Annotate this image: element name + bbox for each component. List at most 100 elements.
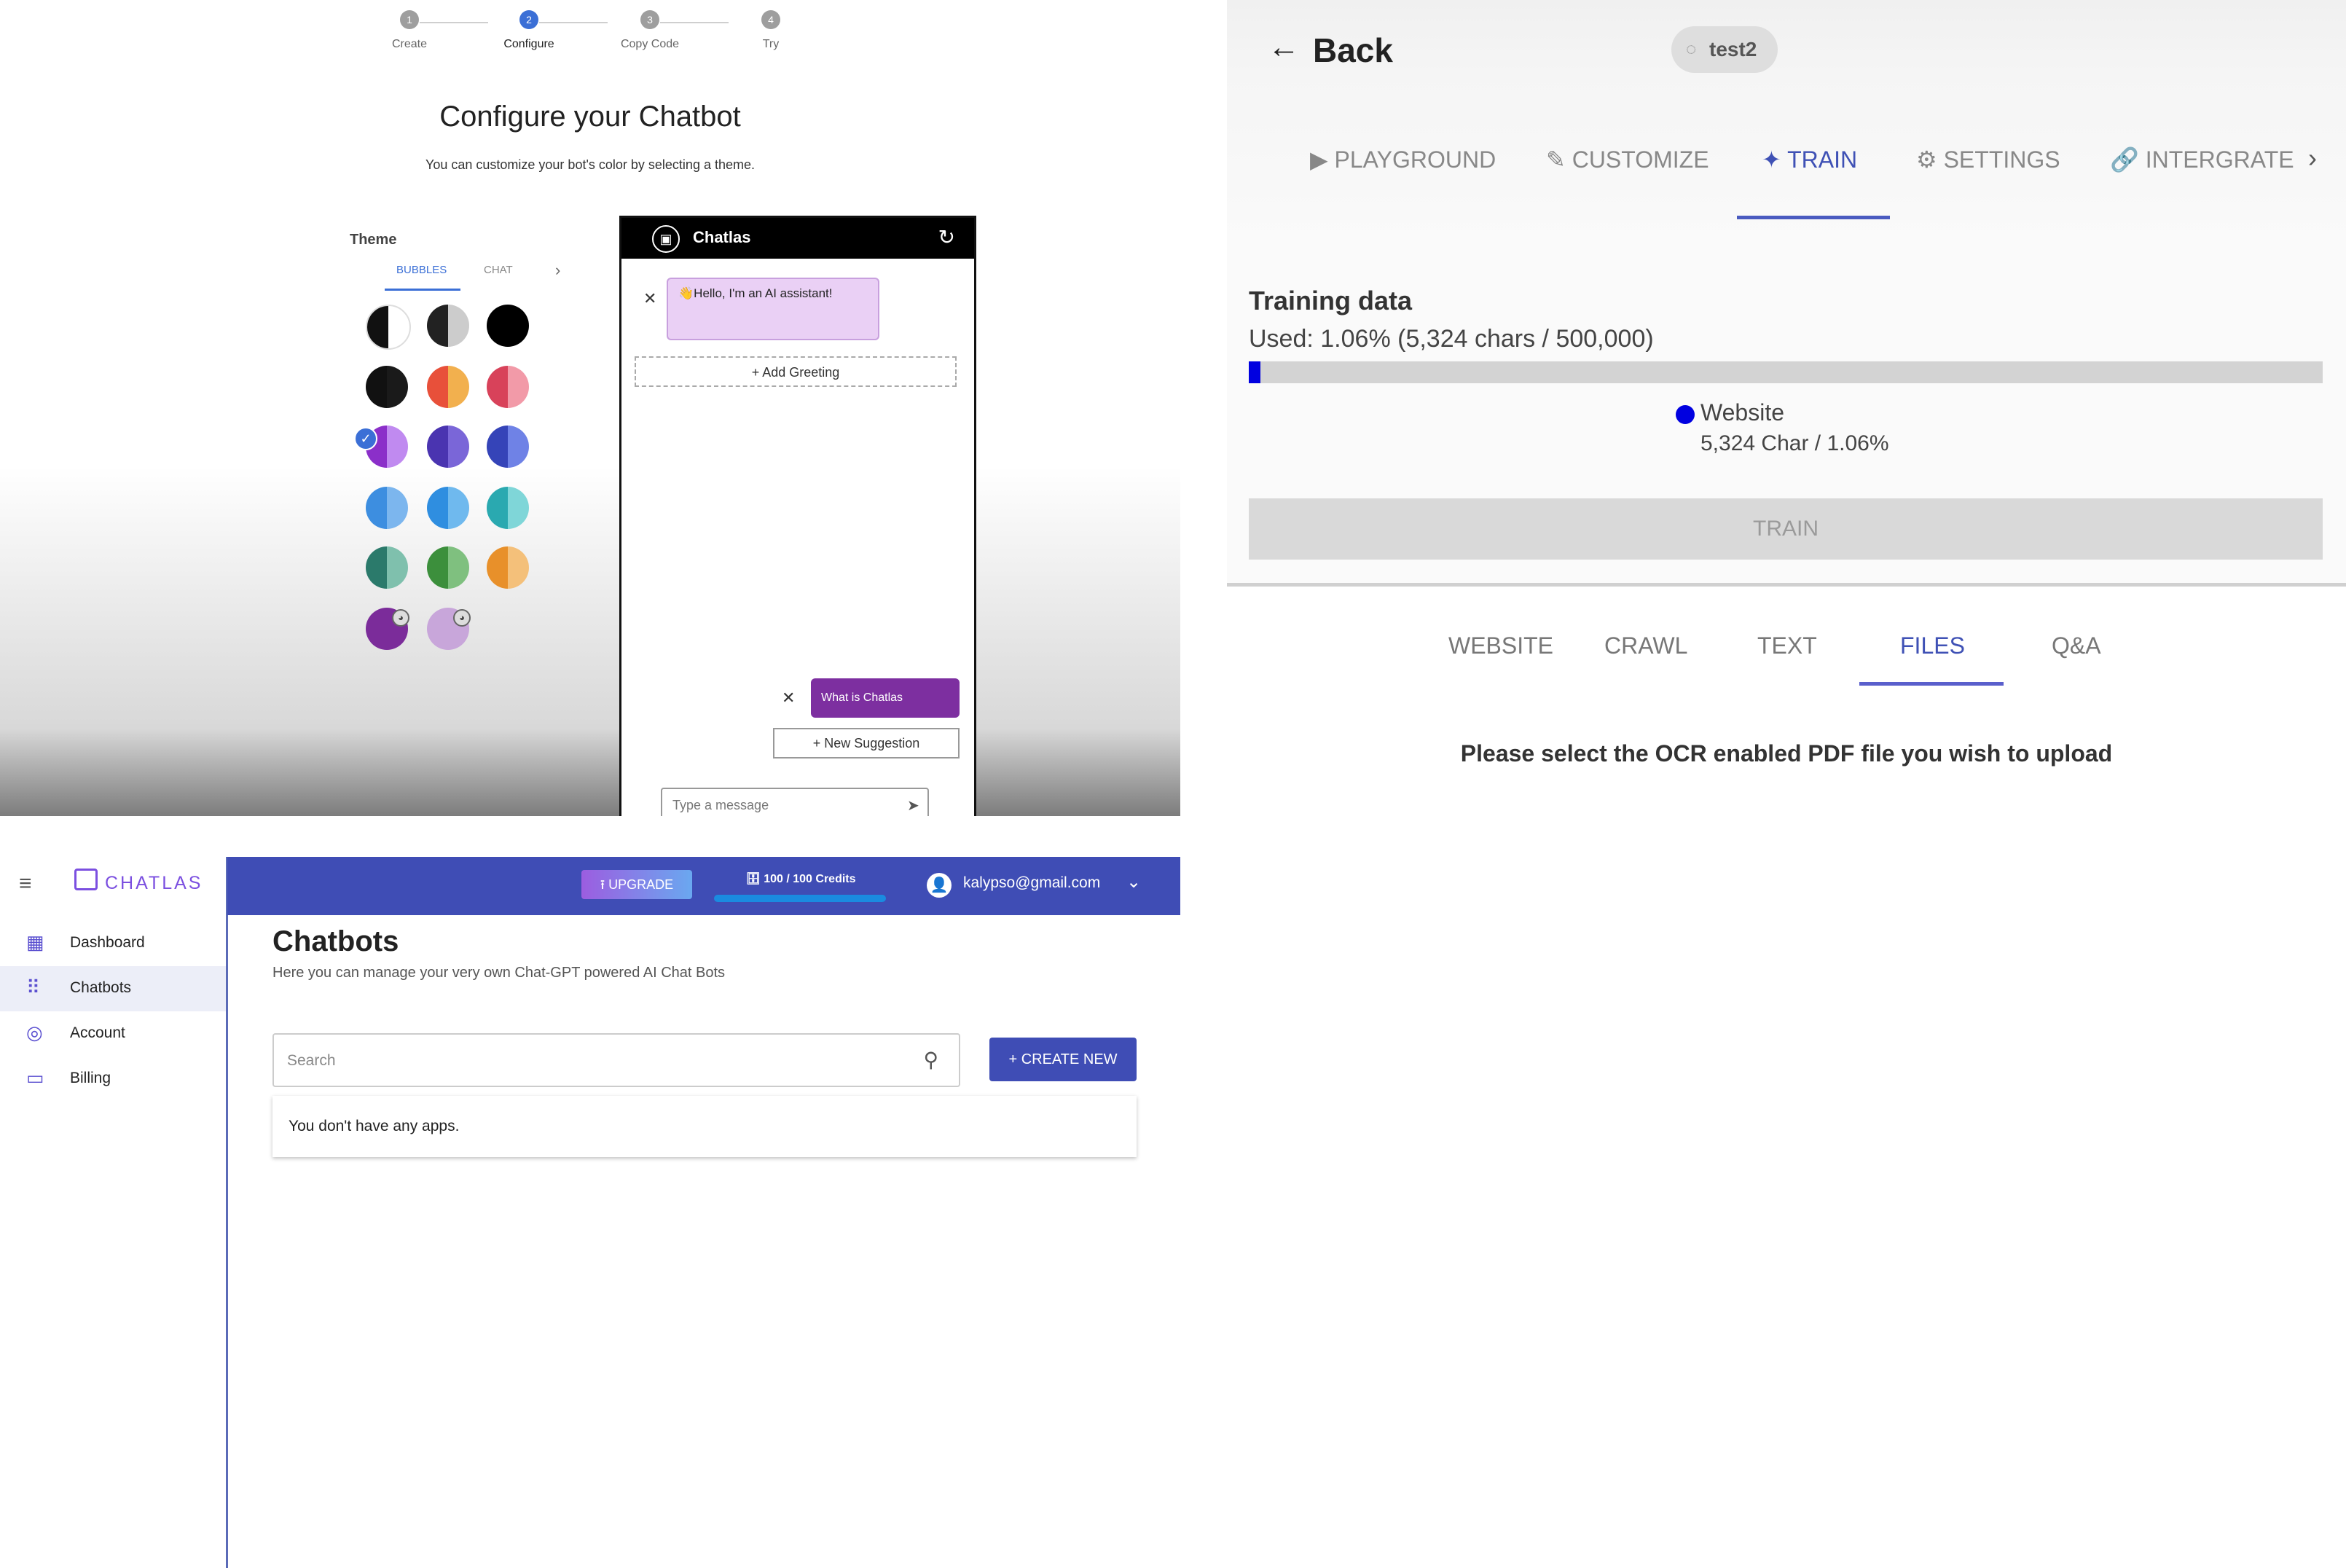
search-input[interactable]: Search ⚲: [272, 1033, 960, 1087]
user-email[interactable]: kalypso@gmail.com: [963, 874, 1100, 892]
greeting-bubble[interactable]: 👋Hello, I'm an AI assistant!: [667, 278, 879, 340]
suggestion-chip[interactable]: What is Chatlas: [811, 678, 960, 718]
sidebar-item-account[interactable]: ◎ Account: [0, 1011, 226, 1057]
theme-swatch[interactable]: [427, 487, 469, 529]
theme-swatch[interactable]: [366, 546, 408, 589]
theme-swatch[interactable]: [427, 546, 469, 589]
theme-swatch[interactable]: [427, 305, 469, 347]
tab-label: INTERGRATE: [2145, 146, 2294, 173]
close-icon[interactable]: ✕: [643, 289, 656, 308]
chat-bubble-icon: ◌: [1686, 39, 1697, 59]
tab-customize[interactable]: ✎ CUSTOMIZE: [1546, 146, 1709, 173]
theme-swatch[interactable]: [487, 426, 529, 468]
theme-label: Theme: [350, 232, 397, 248]
tab-website[interactable]: WEBSITE: [1448, 632, 1553, 659]
active-tab-indicator: [1737, 216, 1890, 219]
empty-state-card: You don't have any apps.: [272, 1096, 1137, 1157]
upload-instructions: Please select the OCR enabled PDF file y…: [1460, 740, 2113, 767]
theme-swatch[interactable]: [427, 366, 469, 408]
theme-swatch[interactable]: [487, 487, 529, 529]
brand-name: CHATLAS: [105, 873, 203, 893]
credit-card-icon: ▭: [26, 1067, 44, 1089]
step-label: Create: [391, 38, 428, 50]
active-tab-indicator: [385, 289, 460, 291]
tab-train[interactable]: ✦ TRAIN: [1762, 146, 1857, 173]
tab-bubbles[interactable]: BUBBLES: [396, 264, 447, 276]
tab-intergrate[interactable]: 🔗 INTERGRATE: [2110, 146, 2294, 173]
search-placeholder: Search: [287, 1052, 336, 1069]
create-new-button[interactable]: + CREATE NEW: [989, 1038, 1137, 1081]
step-try[interactable]: 4 Try: [720, 10, 822, 51]
palette-icon[interactable]: ◕: [453, 609, 471, 627]
active-tab-indicator: [1859, 682, 2004, 686]
credits-counter: 🗄 100 / 100 Credits: [745, 873, 856, 885]
train-panel: ← Back ◌ test2 ▶ PLAYGROUND ✎ CUSTOMIZE …: [1227, 0, 2346, 783]
user-avatar-icon[interactable]: 👤: [927, 873, 952, 898]
tab-text[interactable]: TEXT: [1757, 632, 1817, 659]
add-greeting-button[interactable]: + Add Greeting: [635, 356, 957, 387]
page-title: Chatbots: [272, 925, 399, 957]
menu-icon[interactable]: ≡: [19, 871, 32, 896]
theme-swatch[interactable]: [427, 426, 469, 468]
close-icon[interactable]: ✕: [782, 689, 795, 707]
search-icon[interactable]: ⚲: [923, 1048, 938, 1072]
selected-check-icon: ✓: [354, 427, 377, 450]
tab-label: SETTINGS: [1943, 146, 2060, 173]
tab-crawl[interactable]: CRAWL: [1604, 632, 1687, 659]
send-icon[interactable]: ➤: [907, 796, 919, 815]
tab-label: CUSTOMIZE: [1572, 146, 1709, 173]
back-button[interactable]: Back: [1313, 31, 1393, 70]
tab-settings[interactable]: ⚙ SETTINGS: [1916, 146, 2060, 173]
page-title: Configure your Chatbot: [439, 101, 741, 133]
bot-name: test2: [1709, 38, 1757, 60]
step-label: Copy Code: [620, 38, 680, 50]
back-arrow-icon[interactable]: ←: [1268, 29, 1300, 66]
sidebar-item-label: Chatbots: [70, 979, 132, 996]
account-circle-icon: ◎: [26, 1022, 43, 1043]
chevron-right-icon[interactable]: ›: [555, 261, 560, 280]
step-number: 1: [400, 10, 419, 29]
chevron-right-icon[interactable]: ›: [2308, 143, 2317, 173]
train-card: ← Back ◌ test2 ▶ PLAYGROUND ✎ CUSTOMIZE …: [1227, 0, 2346, 587]
chevron-down-icon[interactable]: ⌄: [1126, 871, 1141, 893]
page-subtitle: Here you can manage your very own Chat-G…: [272, 965, 726, 981]
bot-name-chip: ◌ test2: [1671, 26, 1778, 73]
theme-swatch[interactable]: [366, 305, 411, 350]
tab-label: TRAIN: [1787, 146, 1858, 173]
play-icon: ▶: [1310, 146, 1328, 173]
apps-grid-icon: ⠿: [26, 976, 41, 998]
refresh-icon[interactable]: ↻: [938, 225, 955, 249]
theme-swatch[interactable]: [366, 487, 408, 529]
theme-swatch[interactable]: [366, 366, 408, 408]
sidebar-item-dashboard[interactable]: ▦ Dashboard: [0, 921, 226, 966]
step-configure[interactable]: 2 Configure: [478, 10, 580, 51]
tab-files[interactable]: FILES: [1900, 632, 1965, 659]
chat-header: ▣ Chatlas ↻: [621, 218, 974, 259]
gear-icon: ⚙: [1916, 146, 1937, 173]
tab-playground[interactable]: ▶ PLAYGROUND: [1310, 146, 1496, 173]
train-button[interactable]: TRAIN: [1249, 498, 2323, 560]
upgrade-button[interactable]: ⭱ UPGRADE: [581, 870, 692, 899]
sidebar-item-billing[interactable]: ▭ Billing: [0, 1057, 226, 1102]
message-input[interactable]: Type a message: [661, 788, 929, 816]
tab-chat[interactable]: CHAT: [484, 264, 513, 276]
top-app-bar: ⭱ UPGRADE 🗄 100 / 100 Credits 👤 kalypso@…: [227, 857, 1180, 915]
sidebar: ≡ CHATLAS ▦ Dashboard ⠿ Chatbots ◎ Accou…: [0, 857, 228, 1568]
theme-swatch[interactable]: [487, 305, 529, 347]
source-label: Website: [1700, 399, 1785, 426]
theme-swatch[interactable]: [487, 366, 529, 408]
palette-icon[interactable]: ◕: [392, 609, 409, 627]
usage-progress-fill: [1249, 361, 1260, 383]
brush-icon: ✎: [1546, 146, 1566, 173]
step-copy-code[interactable]: 3 Copy Code: [599, 10, 701, 51]
theme-swatch[interactable]: [487, 546, 529, 589]
tab-qa[interactable]: Q&A: [2052, 632, 2101, 659]
step-create[interactable]: 1 Create: [358, 10, 460, 51]
sidebar-item-label: Account: [70, 1024, 125, 1041]
chat-preview: ▣ Chatlas ↻ ✕ 👋Hello, I'm an AI assistan…: [619, 216, 976, 816]
new-suggestion-button[interactable]: + New Suggestion: [773, 728, 960, 758]
source-value: 5,324 Char / 1.06%: [1700, 431, 1889, 455]
sparkle-icon: ✦: [1762, 146, 1781, 173]
sidebar-item-chatbots[interactable]: ⠿ Chatbots: [0, 966, 226, 1011]
chatlas-logo-icon: [74, 869, 98, 890]
